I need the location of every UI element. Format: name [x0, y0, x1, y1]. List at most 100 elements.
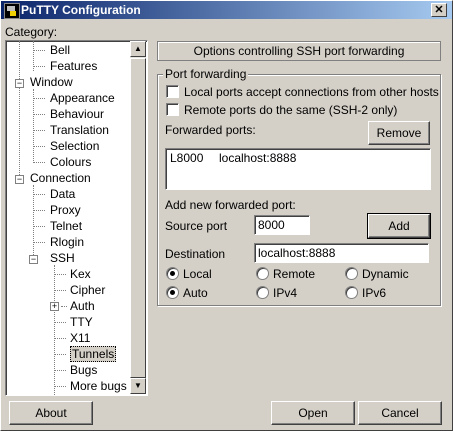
tree-item-features[interactable]: Features: [50, 59, 97, 73]
tree-item-rlogin[interactable]: Rlogin: [50, 235, 84, 249]
tree-item-label: Kex: [70, 267, 91, 281]
auto-radio-label: Auto: [183, 286, 208, 300]
tree-guide-line: [33, 210, 45, 212]
source-port-label: Source port: [165, 219, 228, 233]
tree-guide-line: [33, 130, 45, 132]
tree-guide-line: [54, 338, 66, 340]
tree-item-label: SSH: [50, 251, 75, 265]
local-ports-accept-checkbox[interactable]: [166, 85, 179, 98]
window-title: PuTTY Configuration: [21, 3, 141, 17]
tree-item-label: Rlogin: [50, 235, 85, 249]
tree-item-kex[interactable]: Kex: [70, 267, 91, 281]
tree-item-colours[interactable]: Colours: [50, 155, 91, 169]
local-ports-accept-label: Local ports accept connections from othe…: [184, 85, 439, 99]
tree-item-label: Window: [30, 75, 73, 89]
destination-input[interactable]: localhost:8888: [254, 243, 429, 263]
remote-radio-label: Remote: [273, 267, 316, 281]
tree-guide-line: [54, 370, 66, 372]
tree-guide-line: [33, 226, 45, 228]
tree-item-label: Tunnels: [70, 346, 117, 362]
tree-guide-line: [54, 354, 66, 356]
ipv4-radio-label: IPv4: [273, 286, 298, 300]
forwarded-ports-label: Forwarded ports:: [165, 123, 256, 137]
source-port-input[interactable]: 8000: [254, 215, 310, 235]
collapse-icon[interactable]: −: [15, 79, 24, 88]
tree-item-ssh[interactable]: SSH: [50, 251, 75, 265]
tree-item-auth[interactable]: Auth: [70, 299, 95, 313]
tree-item-tunnels[interactable]: Tunnels: [70, 346, 117, 362]
local-radio[interactable]: [166, 267, 179, 280]
title-bar[interactable]: PuTTY Configuration ✕: [1, 1, 452, 19]
forwarded-port-entry[interactable]: L8000: [170, 151, 203, 165]
tree-guide-line: [33, 50, 45, 52]
tree-item-behaviour[interactable]: Behaviour: [50, 107, 104, 121]
tree-item-label: Appearance: [50, 91, 115, 105]
tree-guide-line: [33, 98, 45, 100]
tree-scrollbar[interactable]: ▲ ▼: [130, 41, 146, 394]
remove-button[interactable]: Remove: [368, 121, 430, 145]
tree-item-more-bugs[interactable]: More bugs: [70, 379, 127, 393]
panel-header: Options controlling SSH port forwarding: [157, 41, 441, 61]
tree-item-window[interactable]: Window: [30, 75, 73, 89]
tree-guide-line: [54, 386, 66, 388]
tree-item-data[interactable]: Data: [50, 187, 75, 201]
tree-item-label: Translation: [50, 123, 109, 137]
remote-radio[interactable]: [256, 267, 269, 280]
tree-item-label: Bugs: [70, 363, 98, 377]
tree-item-connection[interactable]: Connection: [30, 171, 91, 185]
forwarded-port-destination[interactable]: localhost:8888: [219, 151, 296, 165]
tree-item-x11[interactable]: X11: [70, 331, 90, 345]
remote-ports-same-label: Remote ports do the same (SSH-2 only): [184, 103, 398, 117]
tree-guide-line: [54, 322, 66, 324]
dynamic-radio[interactable]: [345, 267, 358, 280]
tree-item-label: X11: [70, 331, 91, 345]
tree-guide-line: [33, 89, 35, 163]
forwarded-ports-list[interactable]: L8000 localhost:8888: [165, 148, 431, 190]
tree-item-appearance[interactable]: Appearance: [50, 91, 115, 105]
tree-item-tty[interactable]: TTY: [70, 315, 93, 329]
putty-app-icon: [4, 3, 20, 19]
collapse-icon[interactable]: −: [15, 175, 24, 184]
scroll-down-icon[interactable]: ▼: [130, 378, 146, 394]
tree-item-cipher[interactable]: Cipher: [70, 283, 105, 297]
remote-ports-same-checkbox[interactable]: [166, 103, 179, 116]
tree-item-telnet[interactable]: Telnet: [50, 219, 82, 233]
tree-item-bell[interactable]: Bell: [50, 43, 70, 57]
tree-item-label: Colours: [50, 155, 92, 169]
cancel-button[interactable]: Cancel: [358, 401, 442, 425]
ipv4-radio[interactable]: [256, 286, 269, 299]
tree-item-translation[interactable]: Translation: [50, 123, 109, 137]
collapse-icon[interactable]: −: [29, 255, 38, 264]
ipv6-radio-label: IPv6: [362, 286, 387, 300]
tree-item-bugs[interactable]: Bugs: [70, 363, 97, 377]
tree-item-label: Telnet: [50, 219, 83, 233]
tree-guide-line: [33, 146, 45, 148]
add-button[interactable]: Add: [367, 213, 431, 239]
about-button[interactable]: About: [9, 401, 93, 425]
tree-item-label: TTY: [70, 315, 93, 329]
tree-item-label: Bell: [50, 43, 71, 57]
tree-guide-line: [61, 306, 67, 308]
tree-guide-line: [33, 242, 45, 244]
tree-guide-line: [33, 162, 45, 164]
scroll-up-icon[interactable]: ▲: [130, 41, 146, 57]
tree-guide-line: [19, 41, 21, 183]
tree-guide-line: [33, 194, 45, 196]
tree-item-label: Behaviour: [50, 107, 105, 121]
tree-guide-line: [33, 66, 45, 68]
scrollbar-thumb[interactable]: [130, 58, 146, 378]
open-button[interactable]: Open: [271, 401, 355, 425]
tree-item-selection[interactable]: Selection: [50, 139, 99, 153]
add-new-label: Add new forwarded port:: [165, 198, 296, 212]
category-tree[interactable]: Bell Features − Window Appearance Behavi…: [5, 40, 148, 396]
close-button[interactable]: ✕: [431, 3, 447, 17]
tree-guide-line: [54, 265, 56, 395]
local-radio-label: Local: [183, 267, 212, 281]
expand-icon[interactable]: +: [50, 302, 59, 311]
tree-item-proxy[interactable]: Proxy: [50, 203, 81, 217]
ipv6-radio[interactable]: [345, 286, 358, 299]
auto-radio[interactable]: [166, 286, 179, 299]
tree-guide-line: [54, 274, 66, 276]
tree-item-label: Cipher: [70, 283, 106, 297]
tree-guide-line: [33, 114, 45, 116]
